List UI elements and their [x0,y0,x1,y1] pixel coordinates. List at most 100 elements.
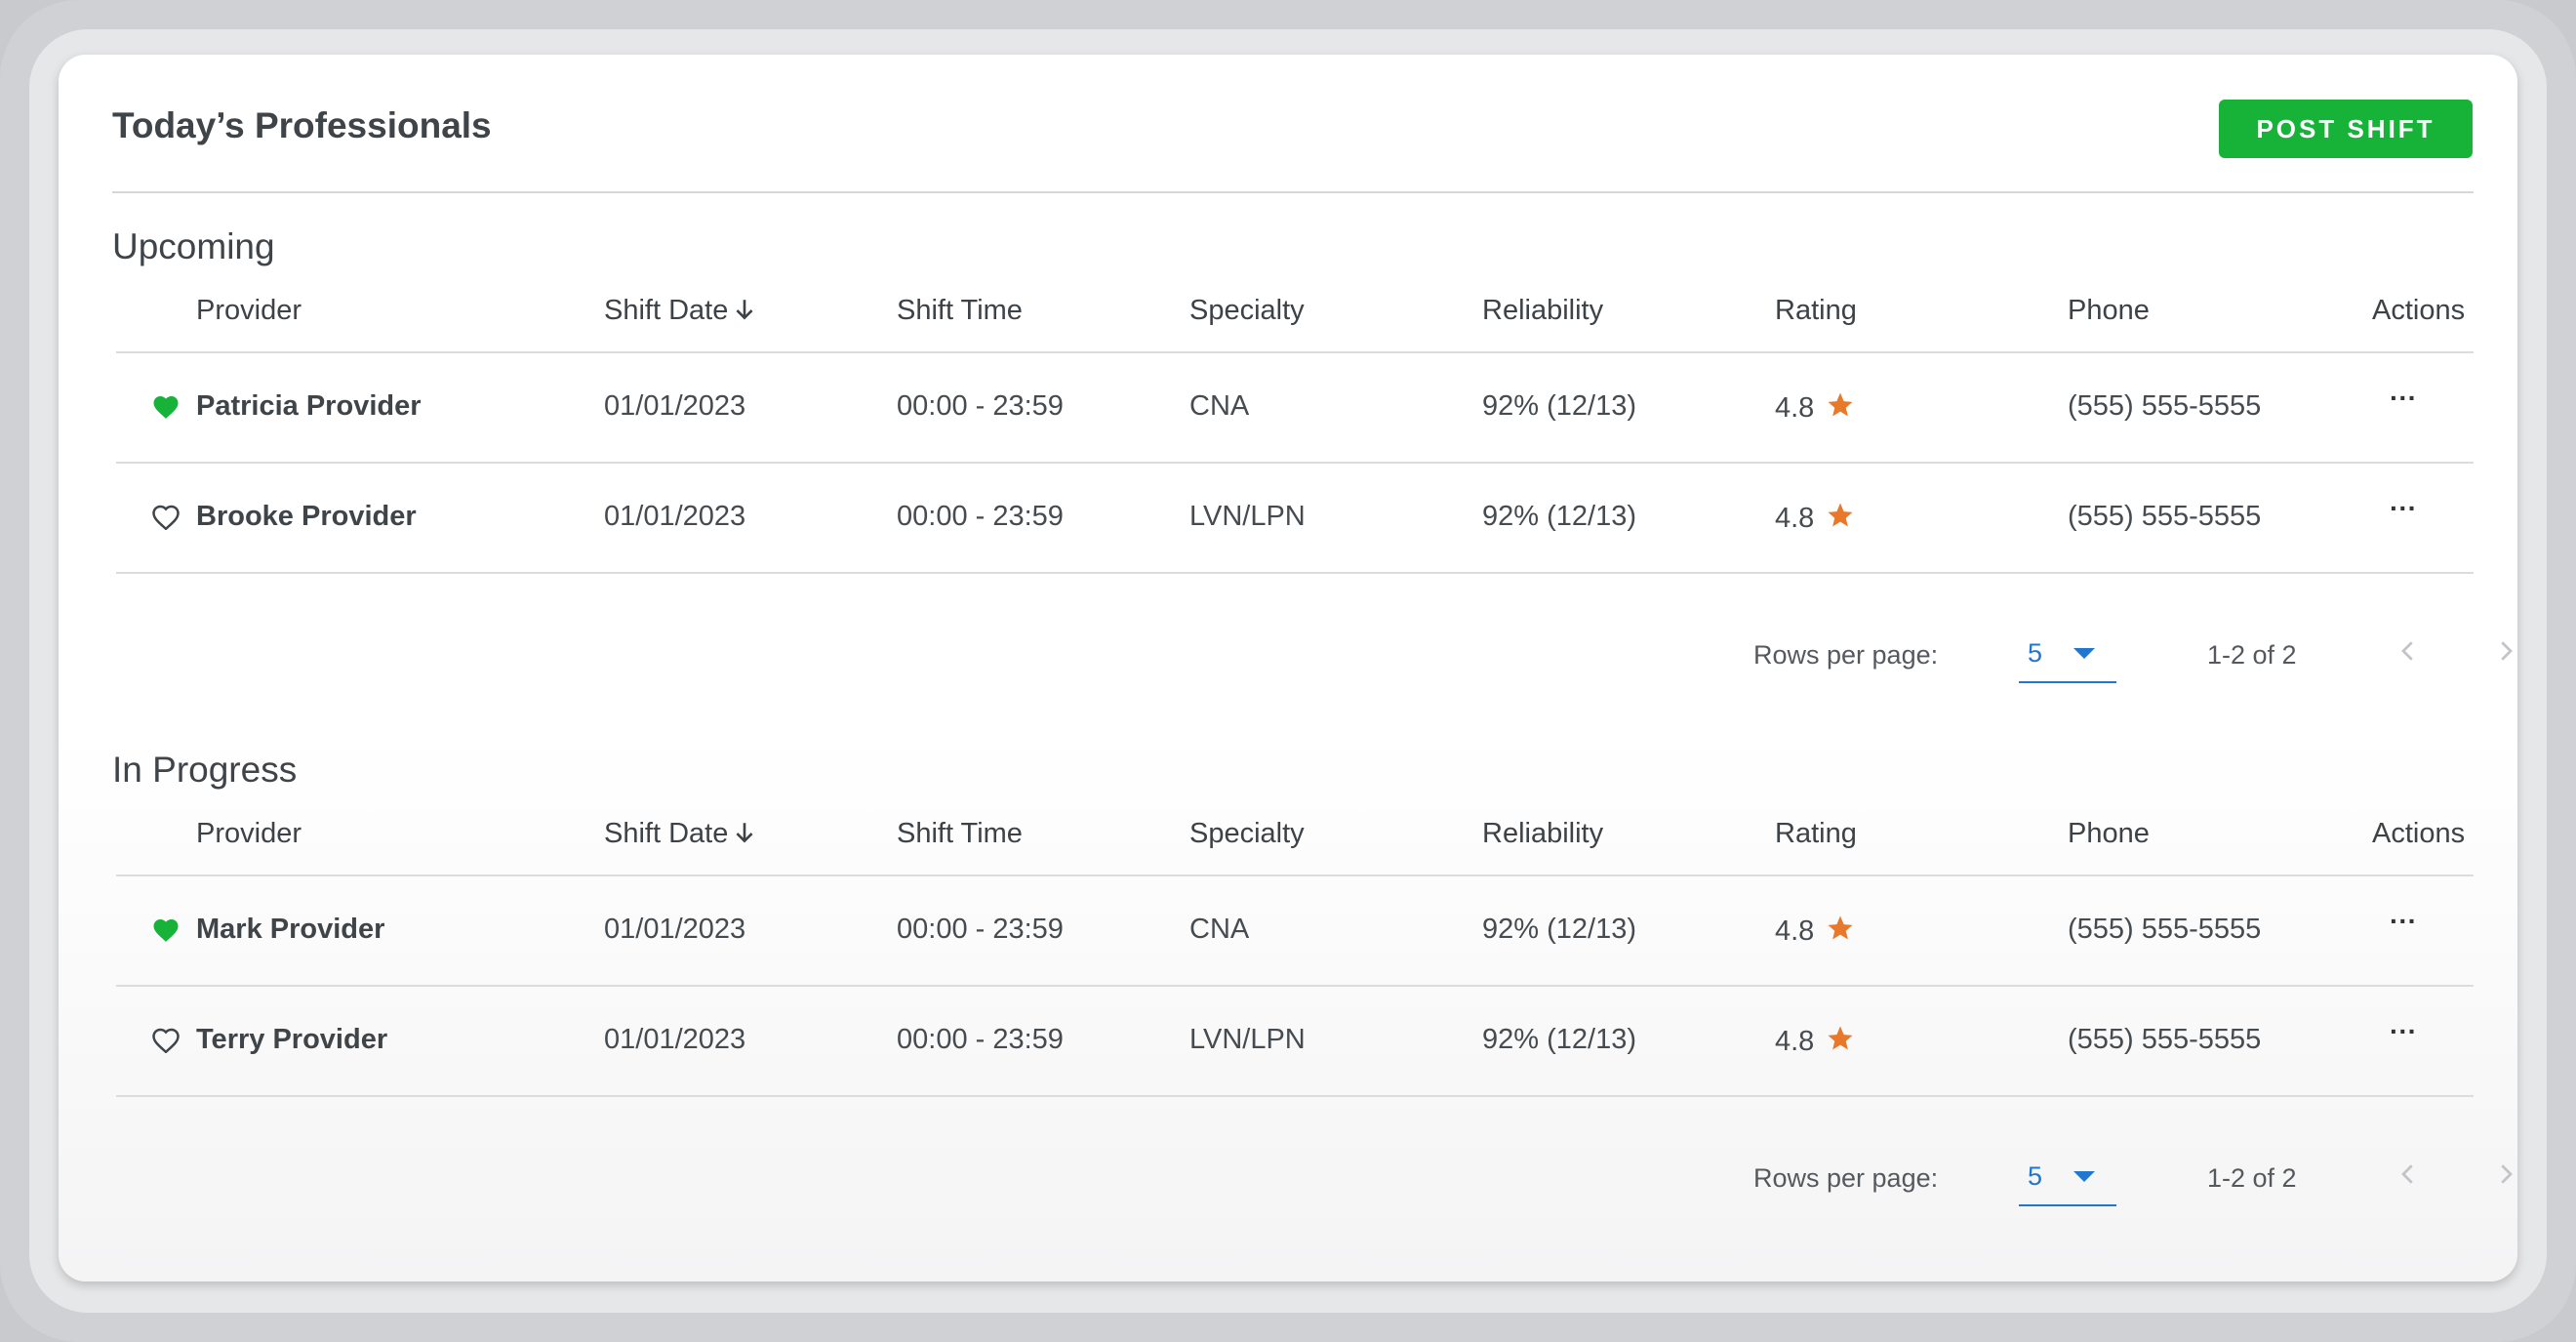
specialty: CNA [1189,390,1250,422]
table-row: Mark Provider 01/01/2023 00:00 - 23:59 CNA 9… [116,876,2474,987]
caret-down-icon [2073,648,2095,659]
reliability: 92% (12/13) [1482,914,1636,945]
phone: (555) 555-5555 [2068,390,2262,422]
specialty: CNA [1189,914,1250,945]
rating: 4.8 [1775,390,1855,427]
column-header-reliability: Reliability [1482,818,1603,850]
column-header-actions: Actions [2372,295,2465,327]
shift-time: 00:00 - 23:59 [897,914,1064,945]
shift-time: 00:00 - 23:59 [897,1024,1064,1055]
section-title: Upcoming [112,226,275,266]
table-header: Provider Shift Date Shift Time Specialty Rel… [116,273,2474,353]
rows-per-page-value: 5 [2028,1161,2043,1191]
chevron-right-icon[interactable] [2491,634,2520,672]
arrow-down-icon[interactable] [732,819,757,854]
post-shift-button[interactable]: POST SHIFT [2219,100,2473,158]
column-header-label: Shift Date [604,818,729,849]
specialty: LVN/LPN [1189,501,1306,532]
column-header-label: Shift Time [897,295,1023,326]
rating: 4.8 [1775,1024,1855,1061]
heart-outline-icon[interactable] [151,1026,181,1058]
page-range: 1-2 of 2 [2207,1163,2297,1193]
chevron-right-icon[interactable] [2491,1158,2520,1196]
rows-per-page-select[interactable]: 5 [2019,1144,2116,1206]
column-header-rating: Rating [1775,818,1857,850]
phone: (555) 555-5555 [2068,501,2262,532]
more-actions-icon[interactable]: ··· [2390,906,2417,937]
column-header-label: Rating [1775,295,1857,326]
provider-name[interactable]: Brooke Provider [196,501,417,533]
specialty: LVN/LPN [1189,1024,1306,1055]
rating: 4.8 [1775,501,1855,538]
more-actions-icon[interactable]: ··· [2390,493,2417,524]
title-divider [112,191,2474,193]
rows-per-page-label: Rows per page: [1753,1163,1939,1193]
page-range: 1-2 of 2 [2207,640,2297,670]
column-header-actions: Actions [2372,818,2465,850]
rows-per-page-value: 5 [2028,638,2043,668]
shift-date: 01/01/2023 [604,1024,746,1055]
column-header-label: Rating [1775,818,1857,849]
more-actions-icon[interactable]: ··· [2390,1016,2417,1047]
star-icon [1826,1024,1855,1061]
column-header-label: Actions [2372,818,2466,849]
provider-name[interactable]: Patricia Provider [196,390,422,423]
column-header-shift-time: Shift Time [897,295,1023,327]
section-title: In Progress [112,750,298,790]
table-row: Terry Provider 01/01/2023 00:00 - 23:59 LVN… [116,987,2474,1097]
rating-value: 4.8 [1775,915,1815,947]
column-header-label: Shift Time [897,818,1023,849]
column-header-phone: Phone [2068,818,2150,850]
column-header-label: Phone [2068,295,2150,326]
shift-date: 01/01/2023 [604,390,746,422]
column-header-label: Actions [2372,295,2466,326]
column-header-label: Shift Date [604,295,729,326]
column-header-specialty: Specialty [1189,818,1305,850]
rating-value: 4.8 [1775,503,1815,534]
rating: 4.8 [1775,914,1855,951]
table-row: Patricia Provider 01/01/2023 00:00 - 23:59… [116,353,2474,464]
heart-filled-icon[interactable] [151,915,181,948]
rows-per-page-select[interactable]: 5 [2019,621,2116,683]
column-header-provider: Provider [196,818,302,850]
provider-name[interactable]: Mark Provider [196,914,384,946]
column-header-label: Reliability [1482,295,1604,326]
chevron-left-icon[interactable] [2394,1158,2423,1196]
page-title: Today’s Professionals [112,105,492,145]
more-actions-icon[interactable]: ··· [2390,383,2417,414]
heart-filled-icon[interactable] [151,392,181,425]
shift-date: 01/01/2023 [604,914,746,945]
column-header-label: Reliability [1482,818,1604,849]
column-header-shift-date[interactable]: Shift Date [604,295,757,331]
reliability: 92% (12/13) [1482,501,1636,532]
shift-date: 01/01/2023 [604,501,746,532]
phone: (555) 555-5555 [2068,914,2262,945]
pagination: Rows per page: 5 1-2 of 2 [112,1144,2513,1232]
chevron-left-icon[interactable] [2394,634,2423,672]
arrow-down-icon[interactable] [732,296,757,331]
shift-time: 00:00 - 23:59 [897,501,1064,532]
heart-outline-icon[interactable] [151,503,181,535]
professionals-card: Today’s Professionals POST SHIFT Upcomin… [59,55,2517,1281]
reliability: 92% (12/13) [1482,390,1636,422]
column-header-provider: Provider [196,295,302,327]
column-header-shift-date[interactable]: Shift Date [604,818,757,854]
column-header-reliability: Reliability [1482,295,1603,327]
column-header-label: Phone [2068,818,2150,849]
phone: (555) 555-5555 [2068,1024,2262,1055]
star-icon [1826,501,1855,538]
shift-time: 00:00 - 23:59 [897,390,1064,422]
column-header-label: Specialty [1189,818,1305,849]
caret-down-icon [2073,1171,2095,1182]
rating-value: 4.8 [1775,1026,1815,1057]
reliability: 92% (12/13) [1482,1024,1636,1055]
column-header-rating: Rating [1775,295,1857,327]
rows-per-page-label: Rows per page: [1753,640,1939,670]
column-header-label: Provider [196,818,302,849]
rating-value: 4.8 [1775,392,1815,424]
star-icon [1826,390,1855,427]
table-header: Provider Shift Date Shift Time Specialty Rel… [116,796,2474,876]
column-header-specialty: Specialty [1189,295,1305,327]
column-header-label: Provider [196,295,302,326]
provider-name[interactable]: Terry Provider [196,1024,387,1056]
